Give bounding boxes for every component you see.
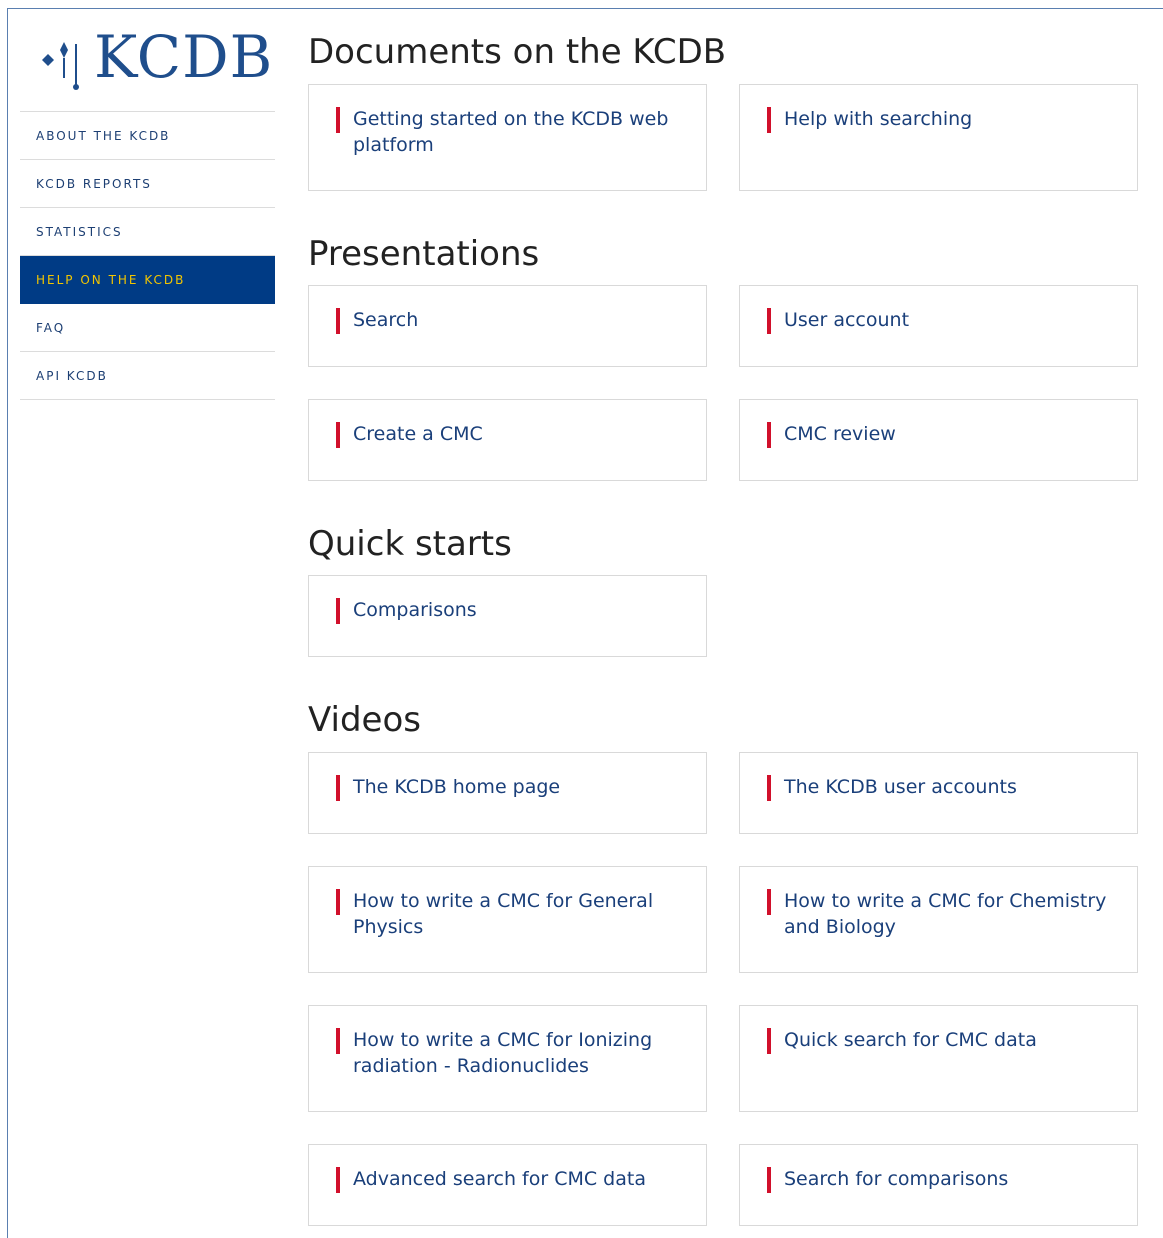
section-title-documents: Documents on the KCDB xyxy=(308,32,727,72)
doc-card-getting-started[interactable]: Getting started on the KCDB web platform xyxy=(308,84,707,191)
card-label: User account xyxy=(784,309,910,331)
sidebar-item-faq[interactable]: FAQ xyxy=(20,304,275,352)
section-title-videos: Videos xyxy=(308,700,421,740)
section-title-quick-starts: Quick starts xyxy=(308,524,512,564)
red-marker xyxy=(767,1028,771,1054)
red-marker xyxy=(767,422,771,448)
kcdb-star-logo-icon xyxy=(42,42,79,90)
section-title-presentations: Presentations xyxy=(308,234,540,274)
red-marker xyxy=(767,775,771,801)
card-label: How to write a CMC for General Physics xyxy=(353,890,654,938)
card-label: Getting started on the KCDB web platform xyxy=(353,108,669,156)
video-card-quick-search[interactable]: Quick search for CMC data xyxy=(739,1005,1138,1112)
card-label: Comparisons xyxy=(353,599,477,621)
doc-card-help-searching[interactable]: Help with searching xyxy=(739,84,1138,191)
sidebar-item-statistics[interactable]: STATISTICS xyxy=(20,208,275,256)
card-label: The KCDB user accounts xyxy=(784,776,1017,798)
video-card-ionizing-radiation[interactable]: How to write a CMC for Ionizing radiatio… xyxy=(308,1005,707,1112)
sidebar: KCDB ABOUT THE KCDB KCDB REPORTS STATIST… xyxy=(20,23,275,400)
presentation-card-cmc-review[interactable]: CMC review xyxy=(739,399,1138,481)
red-marker xyxy=(767,308,771,334)
red-marker xyxy=(336,598,340,624)
kcdb-logo[interactable]: KCDB xyxy=(20,23,275,111)
sidebar-nav: ABOUT THE KCDB KCDB REPORTS STATISTICS H… xyxy=(20,111,275,400)
card-label: The KCDB home page xyxy=(353,776,561,798)
red-marker xyxy=(767,889,771,915)
red-marker xyxy=(767,107,771,133)
card-label: CMC review xyxy=(784,423,896,445)
video-card-general-physics[interactable]: How to write a CMC for General Physics xyxy=(308,866,707,973)
card-label: Search for comparisons xyxy=(784,1168,1009,1190)
card-label: Create a CMC xyxy=(353,423,483,445)
red-marker xyxy=(336,422,340,448)
sidebar-item-api[interactable]: API KCDB xyxy=(20,352,275,400)
red-marker xyxy=(336,107,340,133)
presentation-card-user-account[interactable]: User account xyxy=(739,285,1138,367)
red-marker xyxy=(336,889,340,915)
quickstart-card-comparisons[interactable]: Comparisons xyxy=(308,575,707,657)
red-marker xyxy=(336,1167,340,1193)
red-marker xyxy=(336,775,340,801)
video-card-advanced-search[interactable]: Advanced search for CMC data xyxy=(308,1144,707,1226)
card-label: How to write a CMC for Chemistry and Bio… xyxy=(784,890,1107,938)
red-marker xyxy=(767,1167,771,1193)
red-marker xyxy=(336,1028,340,1054)
video-card-chemistry-biology[interactable]: How to write a CMC for Chemistry and Bio… xyxy=(739,866,1138,973)
card-label: How to write a CMC for Ionizing radiatio… xyxy=(353,1029,653,1077)
sidebar-item-help[interactable]: HELP ON THE KCDB xyxy=(20,256,275,304)
red-marker xyxy=(336,308,340,334)
sidebar-item-about[interactable]: ABOUT THE KCDB xyxy=(20,112,275,160)
sidebar-item-reports[interactable]: KCDB REPORTS xyxy=(20,160,275,208)
card-label: Search xyxy=(353,309,419,331)
presentation-card-search[interactable]: Search xyxy=(308,285,707,367)
video-card-user-accounts[interactable]: The KCDB user accounts xyxy=(739,752,1138,834)
card-label: Help with searching xyxy=(784,108,973,130)
video-card-search-comparisons[interactable]: Search for comparisons xyxy=(739,1144,1138,1226)
video-card-home-page[interactable]: The KCDB home page xyxy=(308,752,707,834)
card-label: Advanced search for CMC data xyxy=(353,1168,646,1190)
presentation-card-create-cmc[interactable]: Create a CMC xyxy=(308,399,707,481)
logo-text: KCDB xyxy=(94,23,274,91)
card-label: Quick search for CMC data xyxy=(784,1029,1037,1051)
